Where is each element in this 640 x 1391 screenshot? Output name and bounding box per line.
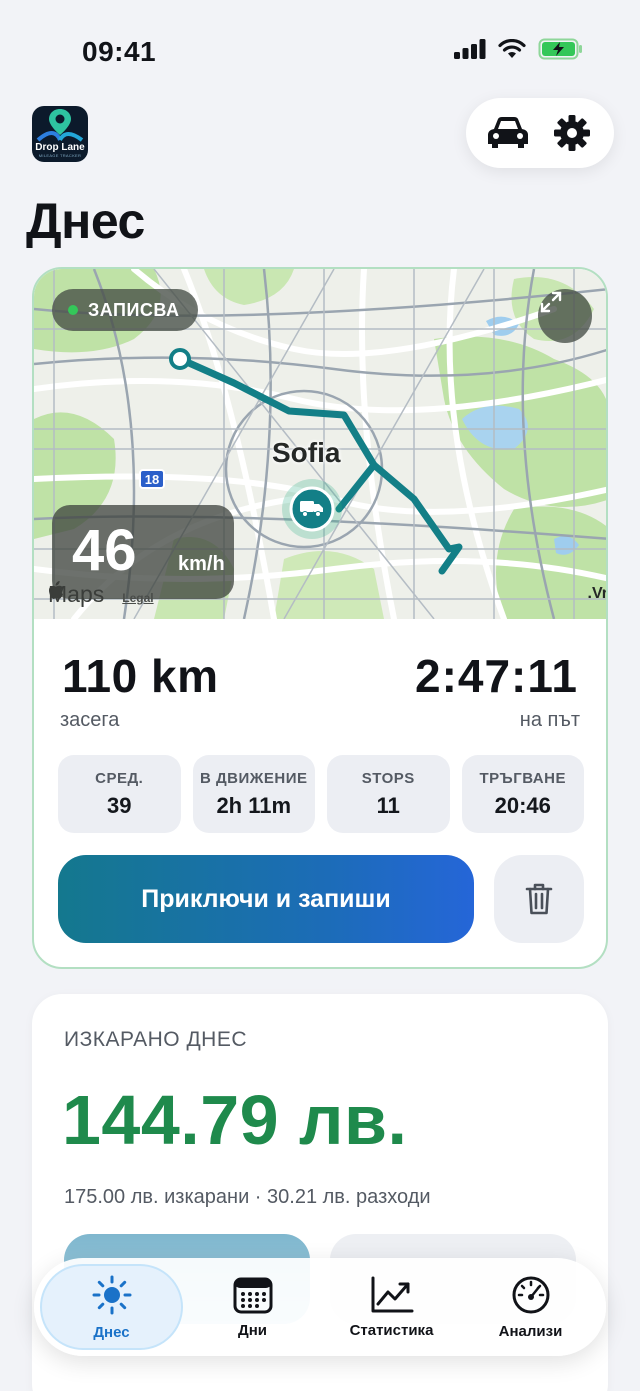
distance-value: 110 km (62, 650, 219, 702)
stat-value: 11 (376, 792, 400, 818)
delivery-truck-icon (300, 501, 323, 517)
battery-charging-icon (538, 38, 582, 60)
tab-days[interactable]: Дни (183, 1264, 322, 1350)
expand-map-button[interactable] (538, 289, 592, 343)
recording-dot (68, 305, 78, 315)
map-edge-label: .Vr (587, 585, 608, 602)
car-icon (488, 117, 528, 148)
calendar-icon (233, 1277, 272, 1313)
tab-bar: Днес Дни Статистика Анализи (34, 1258, 606, 1356)
trip-stats: СРЕД. 39 В ДВИЖЕНИЕ 2h 11m STOPS 11 ТРЪГ… (58, 755, 584, 833)
stat-value: 20:46 (494, 792, 551, 818)
speed-unit: km/h (178, 553, 225, 575)
status-icons (454, 38, 584, 60)
chart-icon (371, 1276, 413, 1312)
tab-label: Дни (238, 1321, 267, 1339)
tab-label: Анализи (498, 1322, 563, 1340)
recording-badge: ЗАПИСВА (52, 289, 198, 331)
tab-analysis[interactable]: Анализи (461, 1264, 600, 1350)
tab-statistics[interactable]: Статистика (322, 1264, 461, 1350)
settings-button[interactable] (544, 105, 600, 161)
stat-value: 2h 11m (216, 792, 292, 818)
stat-label: STOPS (361, 769, 415, 787)
wifi-icon (498, 39, 526, 58)
speedometer-icon (512, 1276, 549, 1313)
road-shield: 18 (139, 469, 165, 489)
trash-icon (525, 883, 553, 915)
recording-label: ЗАПИСВА (88, 299, 180, 320)
expand-icon (540, 291, 562, 313)
earnings-breakdown: 175.00 лв. изкарани · 30.21 лв. разходи (64, 1186, 431, 1208)
stat-label: В ДВИЖЕНИЕ (200, 769, 308, 787)
gear-icon (554, 115, 590, 151)
header-actions (466, 98, 614, 168)
discard-trip-button[interactable] (494, 855, 584, 943)
cellular-signal-icon (454, 39, 486, 59)
finish-and-save-button[interactable]: Приключи и запиши (58, 855, 474, 943)
stat-value: 39 (107, 792, 132, 818)
stat-average-speed: СРЕД. 39 (58, 755, 181, 833)
map-city-label: Sofia (272, 437, 341, 468)
sun-icon (92, 1275, 131, 1314)
apple-logo-icon (49, 581, 63, 599)
duration-value: 2:47:11 (414, 650, 578, 702)
status-bar: 09:41 (0, 0, 640, 100)
page-title: Днес (26, 193, 145, 249)
stat-departure: ТРЪГВАНЕ 20:46 (461, 755, 584, 833)
tab-label: Статистика (349, 1321, 434, 1339)
duration-label: на път (519, 709, 580, 731)
status-time: 09:41 (82, 36, 157, 67)
earnings-label: ИЗКАРАНО ДНЕС (64, 1028, 248, 1051)
stat-moving-time: В ДВИЖЕНИЕ 2h 11m (192, 755, 315, 833)
maps-brand: Maps (48, 581, 104, 608)
stat-label: ТРЪГВАНЕ (479, 769, 566, 787)
tab-label: Днес (93, 1323, 130, 1341)
stat-stops: STOPS 11 (327, 755, 450, 833)
stat-label: СРЕД. (95, 769, 144, 787)
active-trip-card: Sofia 18 .Vr ЗАПИСВА 46 km/h Maps Legal … (32, 267, 608, 969)
logo-text: Drop Lane (35, 142, 85, 153)
tab-today[interactable]: Днес (40, 1264, 183, 1350)
logo-subtext: MILEAGE TRACKER (38, 153, 82, 158)
app-logo: Drop Lane MILEAGE TRACKER (32, 106, 88, 162)
maps-attribution: Maps Legal (48, 581, 154, 608)
speed-value: 46 (72, 518, 137, 583)
distance-label: засега (60, 709, 120, 731)
earnings-amount: 144.79 лв. (62, 1081, 408, 1159)
maps-legal-link[interactable]: Legal (122, 591, 153, 605)
vehicle-button[interactable] (480, 105, 536, 161)
location-pin-icon (36, 109, 84, 142)
route-map[interactable]: Sofia 18 .Vr ЗАПИСВА 46 km/h Maps Legal (34, 269, 608, 619)
